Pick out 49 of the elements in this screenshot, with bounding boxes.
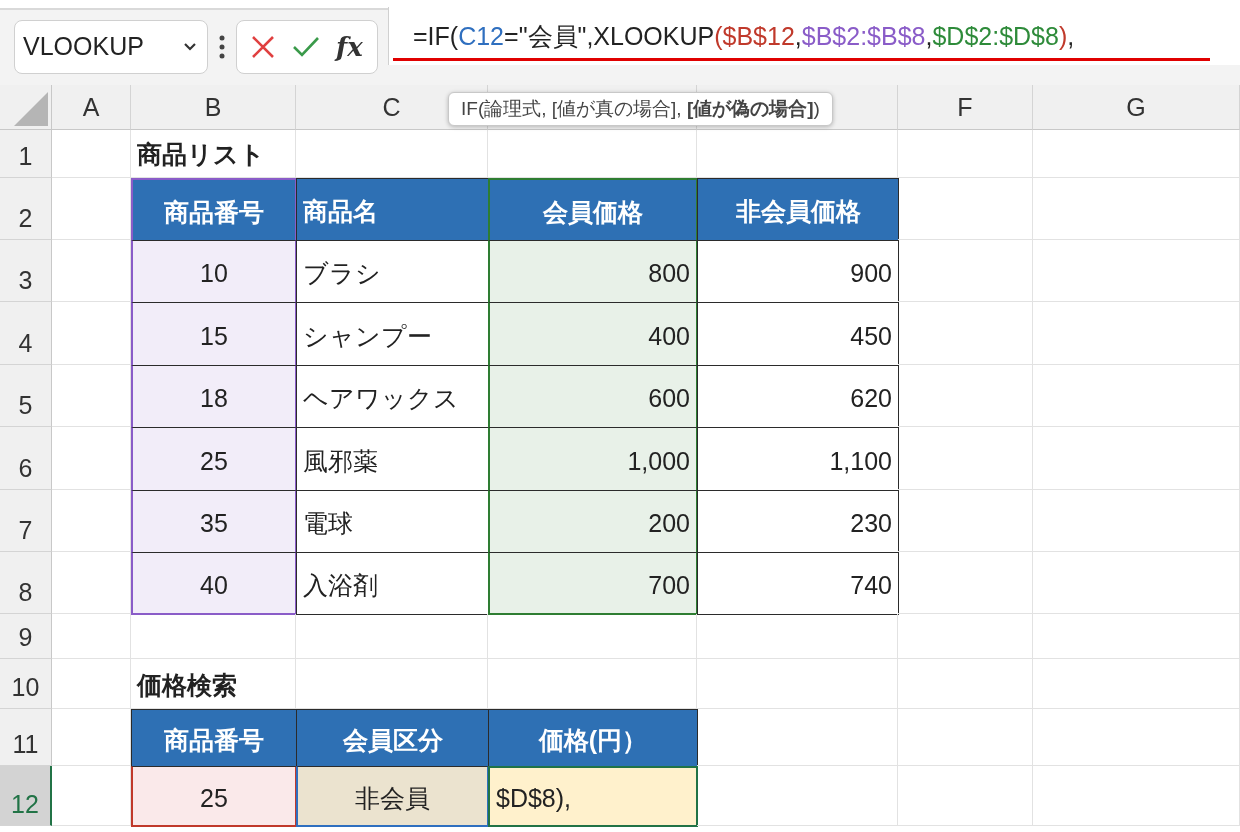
name-box[interactable]: VLOOKUP [14,19,208,74]
column-title: 商品名 [296,178,489,241]
function-tooltip: IF(論理式, [値が真の場合], [値が偽の場合]) [448,92,833,126]
table-cell: 25 [131,766,297,827]
table-cell: 400 [488,302,698,366]
column-title: 非会員価格 [697,178,899,241]
table-cell: 620 [697,365,899,428]
row-header[interactable]: 1 [0,130,52,178]
row-header[interactable]: 4 [0,302,52,365]
table-cell: 900 [697,240,899,303]
table-cell: 800 [488,240,698,303]
table-cell: 1,000 [488,427,698,491]
formula-field[interactable]: =IF(C12="会員",XLOOKUP($B$12,$B$2:$B$8,$D$2:$D$8), [388,7,1240,65]
row-header[interactable]: 9 [0,614,52,659]
table-cell: 740 [697,552,899,615]
row-header[interactable]: 3 [0,240,52,302]
table-cell: 25 [131,427,297,491]
table-cell: 18 [131,365,297,428]
row-header[interactable]: 12 [0,766,52,826]
column-title: 価格(円） [488,709,698,767]
column-header[interactable]: B [131,85,296,130]
table-cell: 35 [131,490,297,553]
row-header[interactable]: 2 [0,178,52,240]
column-title: 商品番号 [131,709,297,767]
column-title: 商品番号 [131,178,297,241]
row-header[interactable]: 7 [0,490,52,552]
insert-function-button[interactable]: fx [336,31,363,62]
table-cell: 10 [131,240,297,303]
table-cell: 入浴剤 [296,552,489,615]
row-header[interactable]: 10 [0,659,52,709]
column-header[interactable]: A [52,85,131,130]
table-cell: 230 [697,490,899,553]
table-cell: 700 [488,552,698,615]
table-cell: 200 [488,490,698,553]
table-cell: 40 [131,552,297,615]
active-cell: $D$8), [488,766,698,827]
column-title: 会員価格 [488,178,698,241]
row-header[interactable]: 8 [0,552,52,614]
row-header[interactable]: 5 [0,365,52,427]
table-cell: 15 [131,302,297,366]
row-header[interactable]: 11 [0,709,52,766]
table-cell: 600 [488,365,698,428]
row-header[interactable]: 6 [0,427,52,490]
column-title: 会員区分 [296,709,489,767]
table-cell: 450 [697,302,899,366]
table-cell: 1,100 [697,427,899,491]
column-header[interactable]: G [1033,85,1240,130]
table-cell: 非会員 [296,766,489,827]
column-header[interactable]: F [898,85,1033,130]
